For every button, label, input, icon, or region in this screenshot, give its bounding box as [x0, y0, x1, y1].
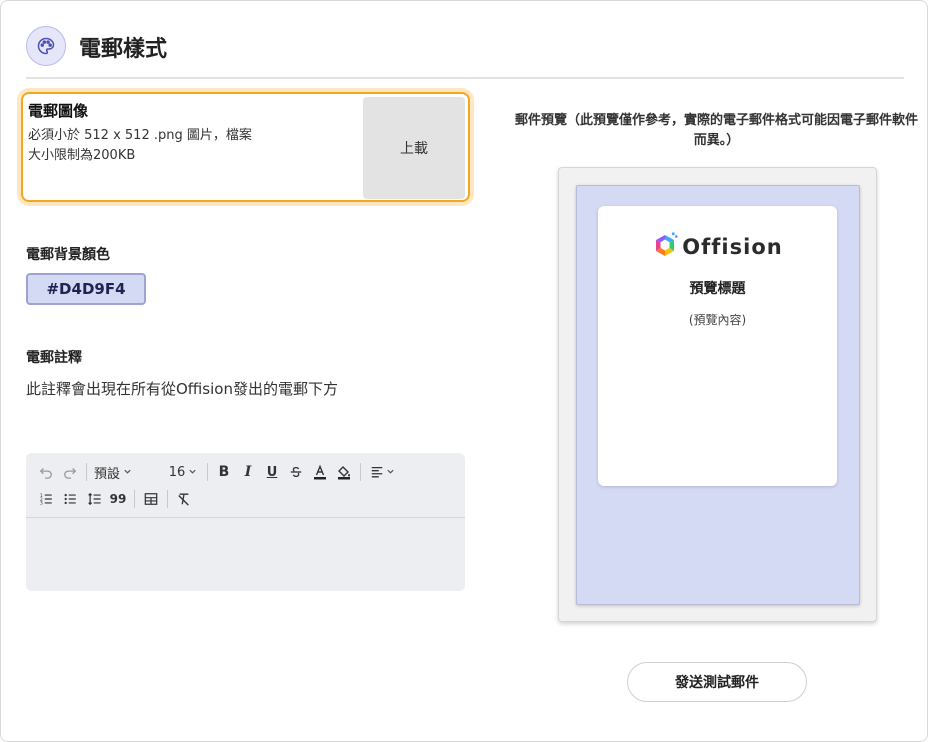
italic-icon[interactable]: I	[236, 460, 260, 484]
preview-caption: 郵件預覽（此預覽僅作參考，實際的電子郵件格式可能因電子郵件軟件而異。）	[514, 113, 918, 148]
email-logo-label: 電郵圖像	[28, 102, 89, 120]
font-size-select[interactable]: 16	[163, 460, 203, 484]
chevron-down-icon	[386, 465, 395, 480]
underline-icon[interactable]: U	[260, 460, 284, 484]
background-color-picker[interactable]: #D4D9F4	[26, 273, 146, 305]
text-color-icon[interactable]	[308, 460, 332, 484]
svg-text:3: 3	[39, 501, 42, 506]
offision-logo-icon	[656, 232, 678, 256]
upload-button[interactable]: 上載	[363, 97, 465, 199]
table-icon[interactable]	[139, 487, 163, 511]
ordered-list-icon[interactable]: 123	[34, 487, 58, 511]
editor-toolbar-row-1: 預設 16 B I U	[34, 460, 399, 484]
palette-icon	[26, 26, 66, 66]
align-icon[interactable]	[365, 460, 399, 484]
email-preview-background: Offision 預覽標題 (預覽內容)	[576, 185, 860, 605]
email-style-panel: 電郵樣式 電郵圖像 必須小於 512 x 512 .png 圖片，檔案大小限制為…	[0, 0, 928, 742]
toolbar-separator	[86, 463, 87, 481]
redo-icon[interactable]	[58, 460, 82, 484]
highlight-icon[interactable]	[332, 460, 356, 484]
brand-logo: Offision	[598, 232, 837, 262]
bold-icon[interactable]: B	[212, 460, 236, 484]
undo-icon[interactable]	[34, 460, 58, 484]
email-preview-frame: Offision 預覽標題 (預覽內容)	[558, 167, 877, 622]
editor-content-area[interactable]	[26, 518, 465, 591]
toolbar-separator	[360, 463, 361, 481]
line-height-icon[interactable]	[82, 487, 106, 511]
page-title: 電郵樣式	[79, 37, 168, 62]
toolbar-separator	[134, 490, 135, 508]
background-color-label: 電郵背景顏色	[26, 247, 110, 263]
font-family-select[interactable]: 預設	[91, 460, 163, 484]
toolbar-separator	[167, 490, 168, 508]
quote-icon[interactable]: 99	[106, 487, 130, 511]
brand-name: Offision	[682, 235, 783, 259]
preview-title: 預覽標題	[689, 281, 746, 297]
toolbar-separator	[207, 463, 208, 481]
rich-text-editor: 預設 16 B I U 1 2 3 99	[26, 453, 465, 591]
clear-format-icon[interactable]	[172, 487, 196, 511]
chevron-down-icon	[188, 465, 197, 480]
email-logo-description: 必須小於 512 x 512 .png 圖片，檔案大小限制為200KB	[28, 128, 252, 163]
strikethrough-icon[interactable]	[284, 460, 308, 484]
font-size-value: 16	[168, 464, 186, 480]
email-preview-card: Offision 預覽標題 (預覽內容)	[598, 206, 837, 486]
email-note-description: 此註釋會出現在所有從Offision發出的電郵下方	[26, 380, 338, 398]
preview-content: (預覽內容)	[688, 313, 747, 327]
font-family-value: 預設	[94, 466, 121, 482]
bullet-list-icon[interactable]	[58, 487, 82, 511]
send-test-email-button[interactable]: 發送測試郵件	[627, 662, 807, 702]
email-logo-card: 電郵圖像 必須小於 512 x 512 .png 圖片，檔案大小限制為200KB…	[21, 92, 470, 202]
chevron-down-icon	[123, 465, 132, 480]
email-note-label: 電郵註釋	[26, 350, 82, 366]
editor-toolbar-row-2: 123 99	[34, 487, 196, 511]
header-divider	[26, 77, 904, 79]
